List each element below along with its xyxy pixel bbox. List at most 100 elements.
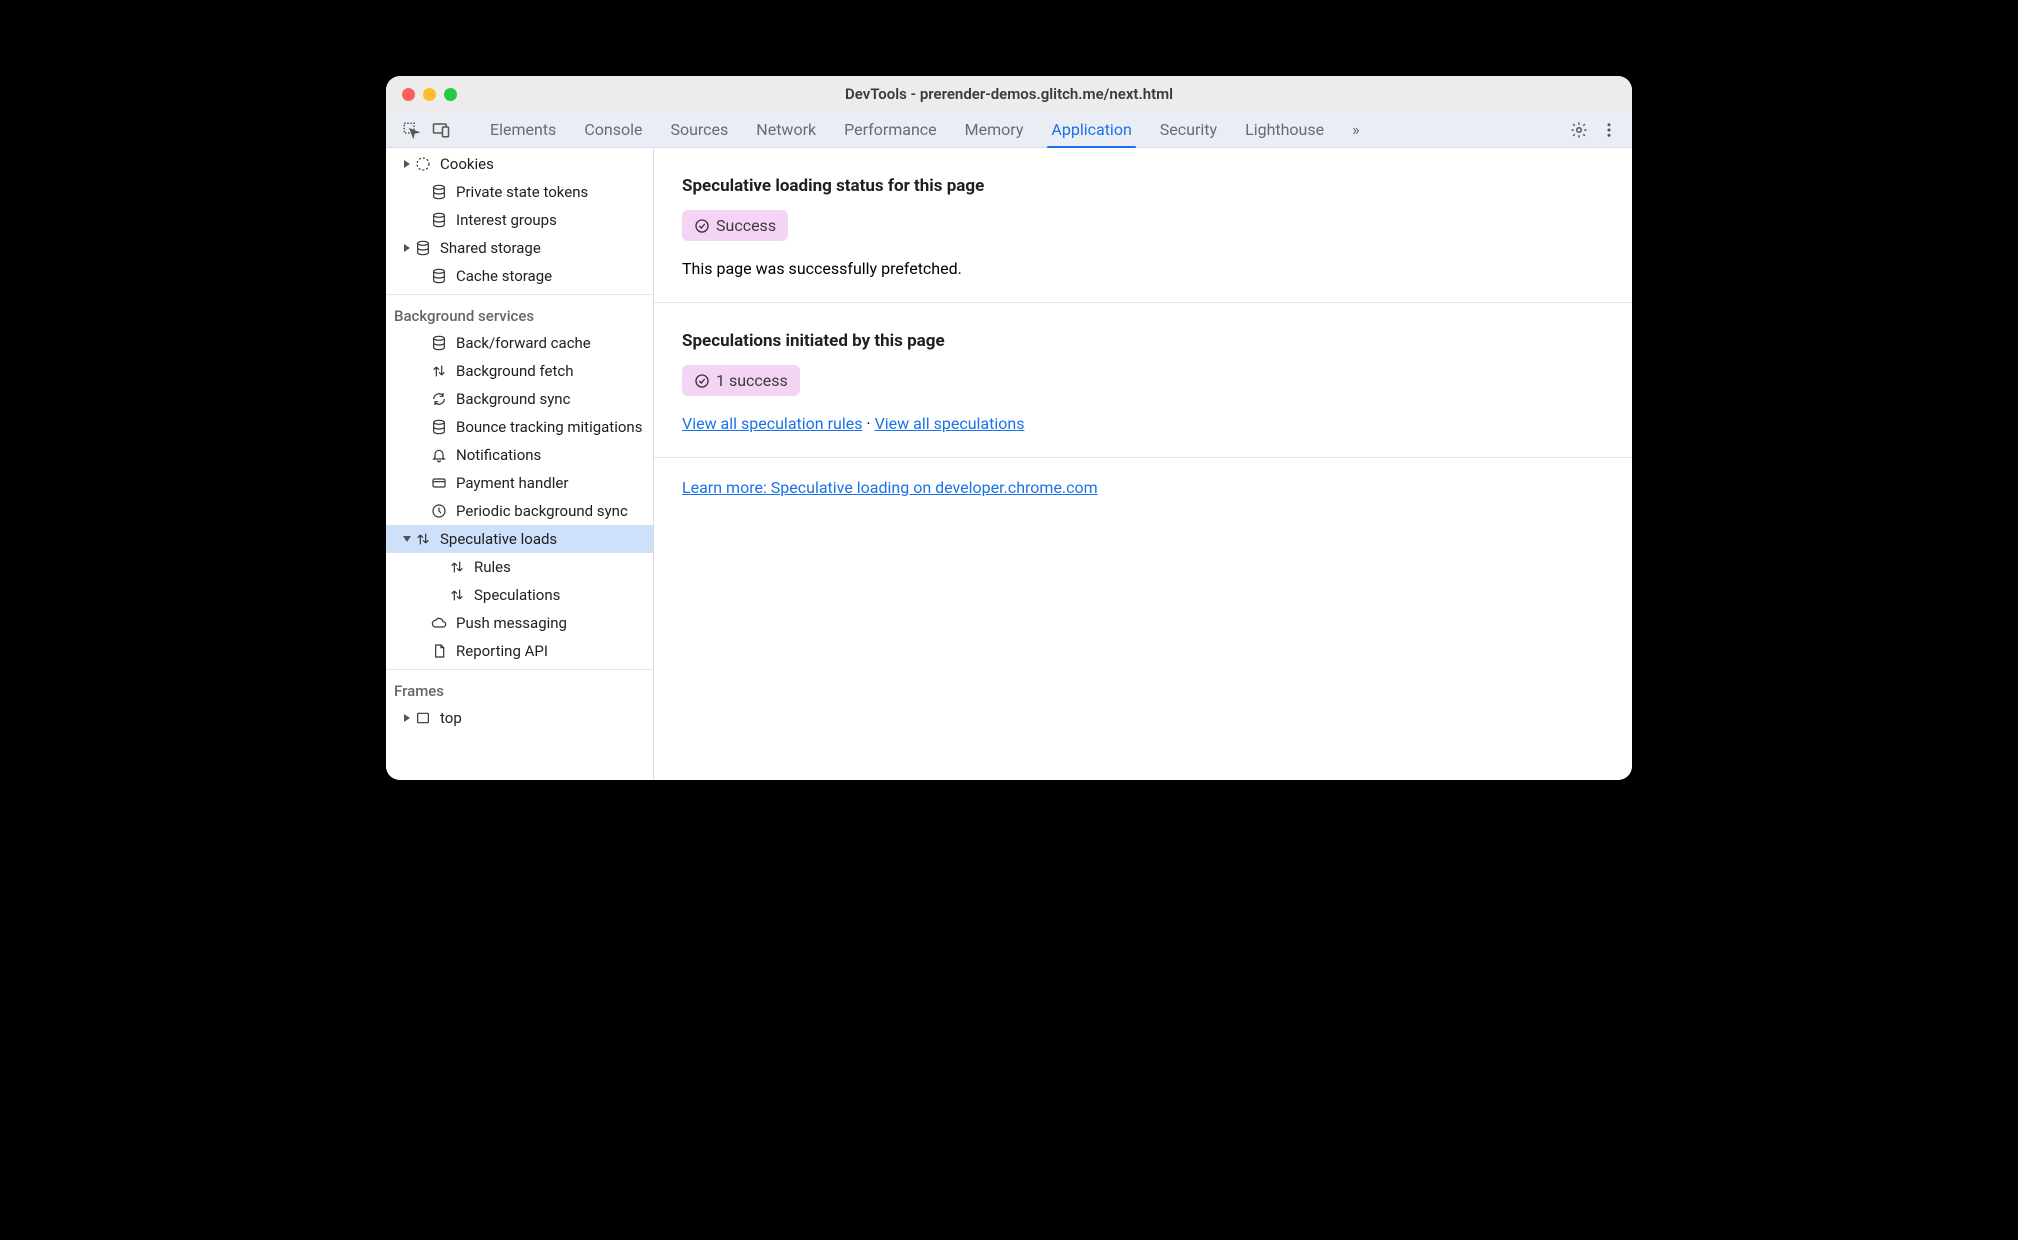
sidebar-item-private-state-tokens[interactable]: Private state tokens — [386, 178, 653, 206]
sidebar-item-rules[interactable]: Rules — [386, 553, 653, 581]
view-rules-link[interactable]: View all speculation rules — [682, 414, 862, 433]
sidebar-item-label: Speculative loads — [440, 530, 557, 548]
sidebar-item-label: Interest groups — [456, 211, 557, 229]
sidebar-item-notifications[interactable]: Notifications — [386, 441, 653, 469]
sidebar-item-bounce-tracking[interactable]: Bounce tracking mitigations — [386, 413, 653, 441]
chevron-right-icon — [400, 711, 414, 725]
initiated-badge: 1 success — [682, 365, 800, 396]
sidebar-item-bfcache[interactable]: Back/forward cache — [386, 329, 653, 357]
traffic-lights — [402, 88, 457, 101]
sidebar-item-shared-storage[interactable]: Shared storage — [386, 234, 653, 262]
frame-icon — [414, 709, 432, 727]
sidebar-item-frame-top[interactable]: top — [386, 704, 653, 732]
tab-performance[interactable]: Performance — [830, 112, 951, 147]
updown-icon — [430, 362, 448, 380]
initiated-badge-label: 1 success — [716, 371, 788, 390]
sidebar-item-label: Speculations — [474, 586, 560, 604]
sidebar-item-payment-handler[interactable]: Payment handler — [386, 469, 653, 497]
updown-icon — [448, 586, 466, 604]
chevron-right-icon — [400, 241, 414, 255]
initiated-links: View all speculation rules · View all sp… — [682, 414, 1604, 433]
fullscreen-icon[interactable] — [444, 88, 457, 101]
sync-icon — [430, 390, 448, 408]
sidebar-item-label: Cookies — [440, 155, 494, 173]
tab-console[interactable]: Console — [570, 112, 656, 147]
check-circle-icon — [694, 373, 710, 389]
sidebar-item-cookies[interactable]: Cookies — [386, 150, 653, 178]
sidebar-item-background-sync[interactable]: Background sync — [386, 385, 653, 413]
sidebar-item-label: Shared storage — [440, 239, 541, 257]
check-circle-icon — [694, 218, 710, 234]
sidebar-item-background-fetch[interactable]: Background fetch — [386, 357, 653, 385]
sidebar-item-label: Payment handler — [456, 474, 568, 492]
bell-icon — [430, 446, 448, 464]
learn-more-section: Learn more: Speculative loading on devel… — [654, 458, 1632, 517]
tab-elements[interactable]: Elements — [476, 112, 570, 147]
sidebar-item-label: Background sync — [456, 390, 570, 408]
sidebar-item-label: Notifications — [456, 446, 541, 464]
minimize-icon[interactable] — [423, 88, 436, 101]
application-sidebar: Cookies Private state tokens Interest gr… — [386, 148, 654, 780]
sidebar-item-label: Background fetch — [456, 362, 573, 380]
link-separator: · — [866, 414, 874, 433]
sidebar-item-label: Private state tokens — [456, 183, 588, 201]
view-speculations-link[interactable]: View all speculations — [875, 414, 1025, 433]
sidebar-item-speculations[interactable]: Speculations — [386, 581, 653, 609]
database-icon — [430, 334, 448, 352]
sidebar-item-label: Cache storage — [456, 267, 552, 285]
sidebar-item-label: Back/forward cache — [456, 334, 591, 352]
database-icon — [430, 418, 448, 436]
chevron-down-icon — [400, 532, 414, 546]
sidebar-item-cache-storage[interactable]: Cache storage — [386, 262, 653, 290]
database-icon — [430, 183, 448, 201]
cookie-icon — [414, 155, 432, 173]
initiated-section: Speculations initiated by this page 1 su… — [654, 303, 1632, 458]
sidebar-item-label: Rules — [474, 558, 511, 576]
status-description: This page was successfully prefetched. — [682, 259, 1604, 278]
sidebar-section-background-services: Background services — [386, 299, 653, 329]
sidebar-item-label: top — [440, 709, 462, 727]
devtools-tabbar: Elements Console Sources Network Perform… — [386, 112, 1632, 148]
status-badge-label: Success — [716, 216, 776, 235]
sidebar-item-speculative-loads[interactable]: Speculative loads — [386, 525, 653, 553]
initiated-heading: Speculations initiated by this page — [682, 331, 1604, 351]
document-icon — [430, 642, 448, 660]
tab-sources[interactable]: Sources — [656, 112, 742, 147]
status-heading: Speculative loading status for this page — [682, 176, 1604, 196]
sidebar-item-push-messaging[interactable]: Push messaging — [386, 609, 653, 637]
titlebar: DevTools - prerender-demos.glitch.me/nex… — [386, 76, 1632, 112]
tab-network[interactable]: Network — [742, 112, 830, 147]
devtools-window: DevTools - prerender-demos.glitch.me/nex… — [386, 76, 1632, 780]
database-icon — [430, 267, 448, 285]
learn-more-link[interactable]: Learn more: Speculative loading on devel… — [682, 478, 1098, 497]
sidebar-item-reporting-api[interactable]: Reporting API — [386, 637, 653, 665]
status-badge: Success — [682, 210, 788, 241]
database-icon — [414, 239, 432, 257]
chevron-right-icon — [400, 157, 414, 171]
sidebar-item-label: Periodic background sync — [456, 502, 628, 520]
cloud-icon — [430, 614, 448, 632]
device-toolbar-icon[interactable] — [432, 121, 450, 139]
tab-security[interactable]: Security — [1146, 112, 1231, 147]
tab-application[interactable]: Application — [1037, 112, 1145, 147]
status-section: Speculative loading status for this page… — [654, 148, 1632, 303]
gear-icon[interactable] — [1570, 121, 1588, 139]
sidebar-item-label: Reporting API — [456, 642, 548, 660]
tab-lighthouse[interactable]: Lighthouse — [1231, 112, 1338, 147]
updown-icon — [448, 558, 466, 576]
speculative-loads-panel: Speculative loading status for this page… — [654, 148, 1632, 780]
tabs: Elements Console Sources Network Perform… — [476, 112, 1374, 147]
clock-icon — [430, 502, 448, 520]
close-icon[interactable] — [402, 88, 415, 101]
tab-more[interactable]: » — [1338, 112, 1374, 147]
window-title: DevTools - prerender-demos.glitch.me/nex… — [386, 85, 1632, 103]
database-icon — [430, 211, 448, 229]
sidebar-item-interest-groups[interactable]: Interest groups — [386, 206, 653, 234]
sidebar-item-label: Push messaging — [456, 614, 567, 632]
more-vert-icon[interactable] — [1600, 121, 1618, 139]
sidebar-section-frames: Frames — [386, 674, 653, 704]
sidebar-item-label: Bounce tracking mitigations — [456, 418, 642, 436]
tab-memory[interactable]: Memory — [951, 112, 1038, 147]
sidebar-item-periodic-sync[interactable]: Periodic background sync — [386, 497, 653, 525]
inspect-icon[interactable] — [402, 121, 420, 139]
